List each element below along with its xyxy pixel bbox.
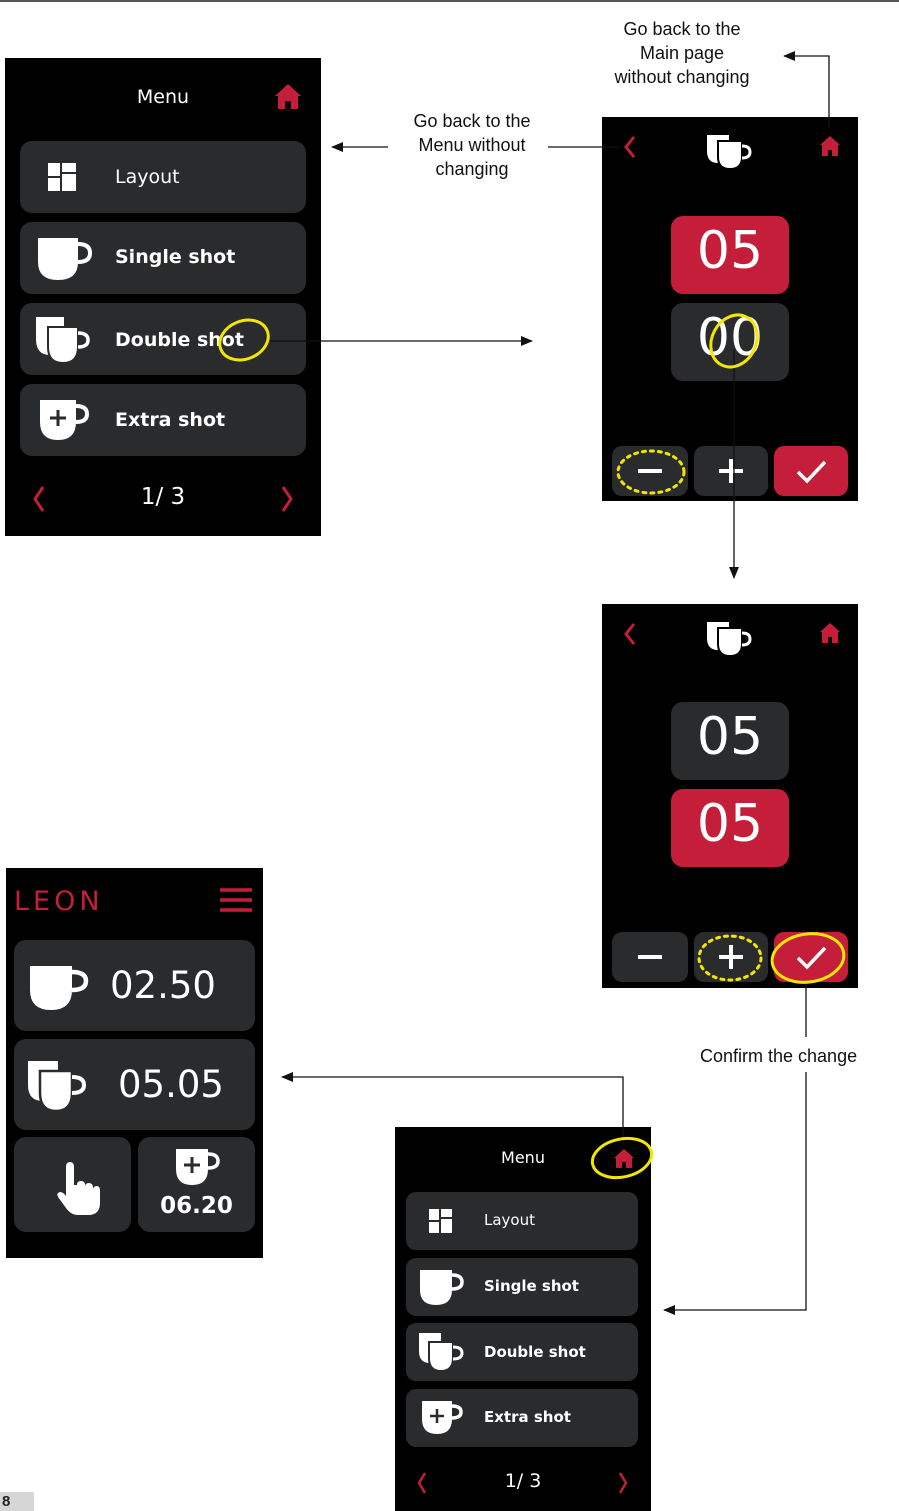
minus-icon	[638, 955, 662, 959]
home-icon[interactable]	[602, 117, 858, 177]
minus-button[interactable]	[612, 932, 688, 982]
plus-icon	[719, 459, 743, 483]
page-number: 8	[2, 1493, 11, 1510]
minus-icon	[638, 469, 662, 473]
menu-screen-return: Menu Layout Single shot Double shot Extr…	[395, 1127, 651, 1511]
annotation-confirm: Confirm the change	[700, 1046, 858, 1066]
single-cup-icon	[30, 966, 89, 1010]
check-icon	[796, 946, 827, 970]
menu-screen: Menu Layout Single shot Double shot Extr…	[5, 58, 321, 536]
top-rule	[0, 0, 899, 2]
annotation-back-main: Go back to the Main page without changin…	[614, 19, 750, 87]
edit-screen-confirm: 05 05	[602, 604, 858, 988]
edit-screen-selecting: 05 00	[602, 117, 858, 501]
bottom-value: 00	[696, 308, 764, 368]
minus-button[interactable]	[612, 446, 688, 496]
double-cup-icon	[28, 1061, 87, 1113]
single-shot-button[interactable]: 02.50	[14, 940, 255, 1031]
hamburger-icon[interactable]	[6, 868, 263, 928]
plus-icon	[719, 945, 743, 969]
check-icon	[796, 460, 827, 484]
confirm-button[interactable]	[774, 446, 848, 496]
chevron-right-icon[interactable]	[5, 58, 321, 536]
arrow-confirm-menu	[663, 1072, 807, 1315]
bottom-value: 05	[696, 794, 764, 854]
home-icon[interactable]	[602, 604, 858, 664]
extra-shot-value: 06.20	[160, 1193, 233, 1219]
chevron-right-icon[interactable]	[395, 1127, 651, 1511]
top-value: 05	[696, 221, 764, 281]
annotation-back-menu: Go back to the Menu without changing	[413, 111, 531, 179]
double-shot-value: 05.05	[118, 1063, 224, 1106]
top-value: 05	[696, 707, 764, 767]
plus-button[interactable]	[694, 932, 768, 982]
single-shot-value: 02.50	[110, 964, 216, 1007]
confirm-button[interactable]	[774, 932, 848, 982]
main-screen: LEON 02.50 05.05 06.20	[6, 868, 263, 1258]
extra-shot-button[interactable]: 06.20	[138, 1137, 255, 1232]
plus-button[interactable]	[694, 446, 768, 496]
manual-button[interactable]	[14, 1137, 131, 1232]
hand-pointer-icon	[57, 1162, 100, 1215]
double-shot-button[interactable]: 05.05	[14, 1039, 255, 1130]
